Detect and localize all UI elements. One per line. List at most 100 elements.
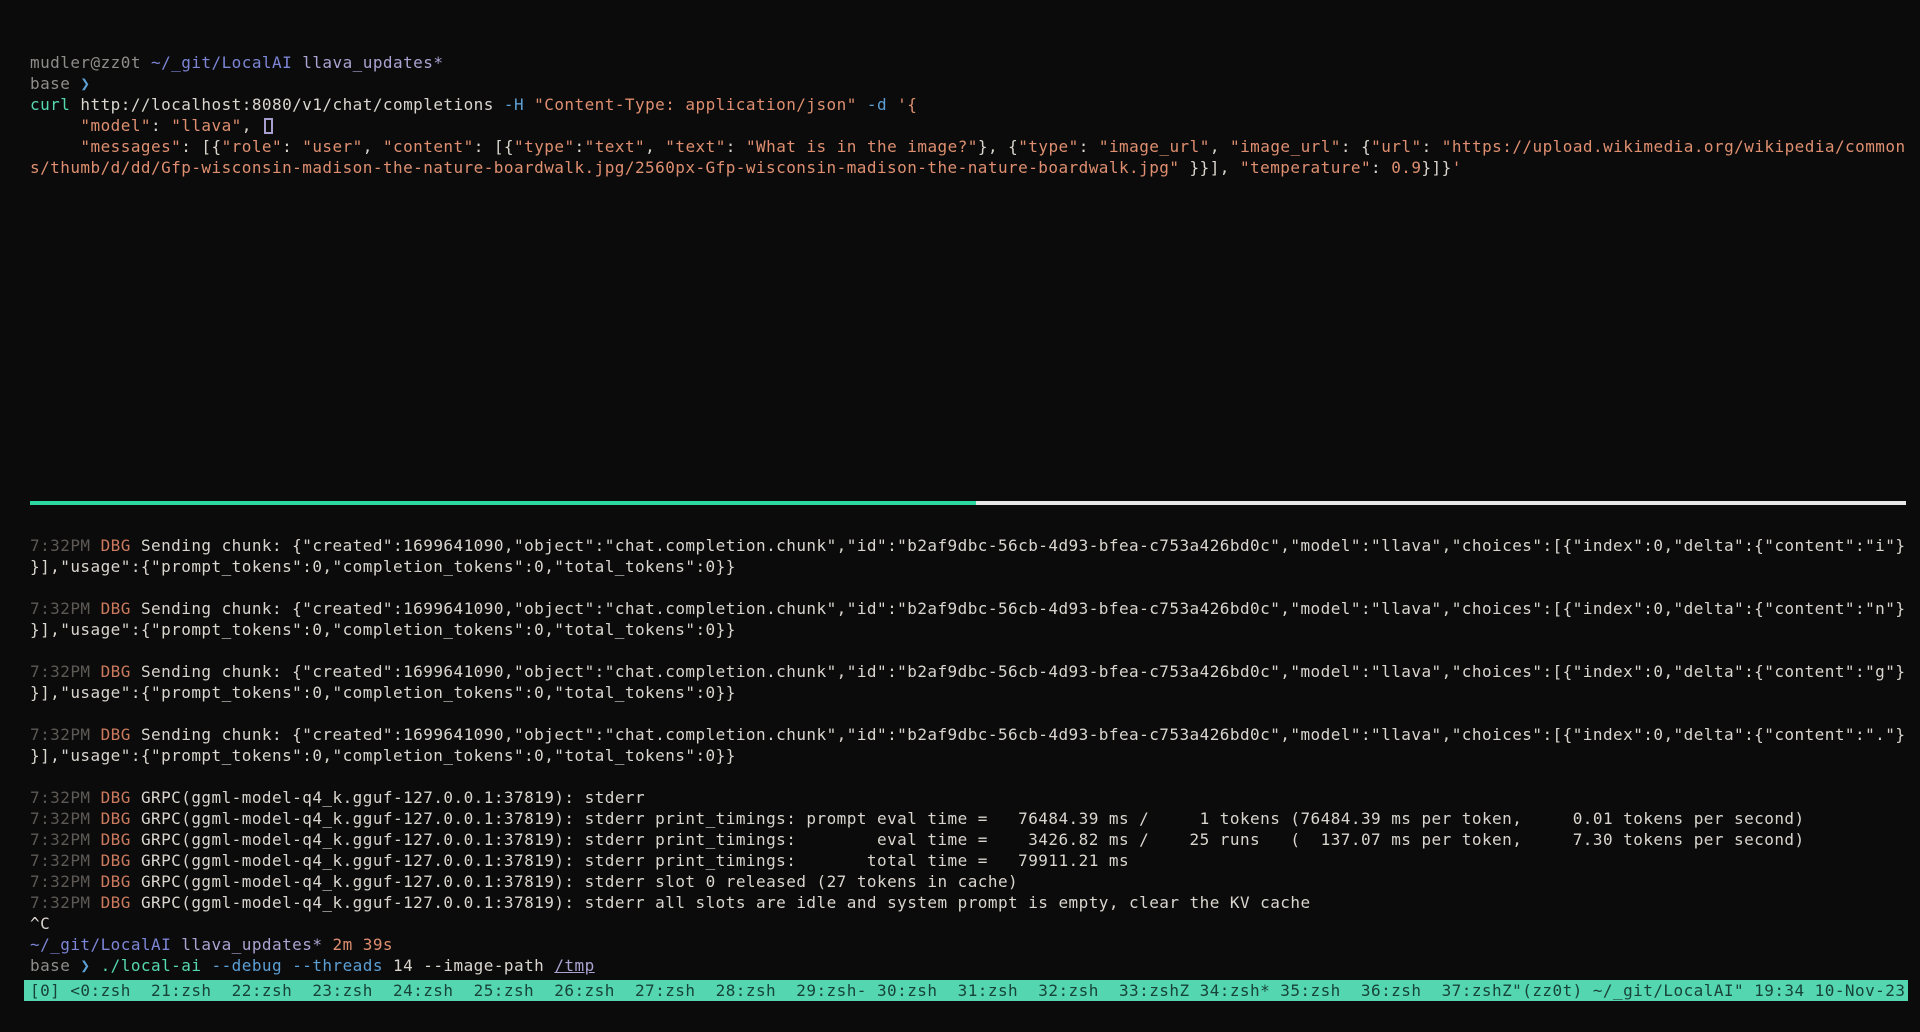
terminal-text-segment: "model" xyxy=(80,116,151,135)
terminal-line: ^C xyxy=(30,913,1905,934)
terminal-text-segment: "https://upload.wikimedia.org/wikipedia/… xyxy=(1442,137,1906,156)
terminal-text-segment: "image_url" xyxy=(1230,137,1341,156)
terminal-line: 7:32PM DBG GRPC(ggml-model-q4_k.gguf-127… xyxy=(30,787,1905,808)
terminal-text-segment: ^C xyxy=(30,914,50,933)
terminal-line: 7:32PM DBG GRPC(ggml-model-q4_k.gguf-127… xyxy=(30,850,1905,871)
terminal-text-segment: base xyxy=(30,956,80,975)
terminal-text-segment: }],"usage":{"prompt_tokens":0,"completio… xyxy=(30,683,736,702)
terminal-text-segment: 7:32PM xyxy=(30,851,101,870)
terminal-text-segment: , xyxy=(645,137,665,156)
terminal-text-segment: "url" xyxy=(1371,137,1421,156)
terminal-text-segment: GRPC(ggml-model-q4_k.gguf-127.0.0.1:3781… xyxy=(141,893,1311,912)
terminal-text-segment: DBG xyxy=(101,788,141,807)
terminal-text-segment: llava_updates* xyxy=(181,935,332,954)
terminal-text-segment: , xyxy=(1210,137,1230,156)
terminal-text-segment: DBG xyxy=(101,851,141,870)
terminal-text-segment: DBG xyxy=(101,662,141,681)
terminal-text-segment: 7:32PM xyxy=(30,536,101,555)
terminal-text-segment: }],"usage":{"prompt_tokens":0,"completio… xyxy=(30,557,736,576)
terminal-line: base ❯ xyxy=(30,73,1906,94)
terminal-line xyxy=(30,766,1905,787)
terminal-line: 7:32PM DBG GRPC(ggml-model-q4_k.gguf-127… xyxy=(30,892,1905,913)
terminal-line: }],"usage":{"prompt_tokens":0,"completio… xyxy=(30,682,1905,703)
terminal-line: 7:32PM DBG Sending chunk: {"created":169… xyxy=(30,724,1905,745)
terminal-text-segment: "Content-Type: application/json" xyxy=(534,95,867,114)
terminal-cursor xyxy=(264,118,273,134)
terminal-text-segment: base xyxy=(30,74,80,93)
terminal-line: 7:32PM DBG Sending chunk: {"created":169… xyxy=(30,535,1905,556)
terminal-text-segment: --threads xyxy=(292,956,393,975)
terminal-text-segment: Sending chunk: {"created":1699641090,"ob… xyxy=(141,536,1906,555)
terminal-text-segment: : [{ xyxy=(474,137,514,156)
terminal-text-segment: GRPC(ggml-model-q4_k.gguf-127.0.0.1:3781… xyxy=(141,851,1129,870)
terminal-text-segment xyxy=(30,137,80,156)
terminal-line: }],"usage":{"prompt_tokens":0,"completio… xyxy=(30,556,1905,577)
terminal-text-segment: -d xyxy=(867,95,897,114)
terminal-text-segment: }],"usage":{"prompt_tokens":0,"completio… xyxy=(30,620,736,639)
terminal-text-segment: }]} xyxy=(1421,158,1451,177)
terminal-text-segment: Sending chunk: {"created":1699641090,"ob… xyxy=(141,662,1906,681)
terminal-text-segment: "text" xyxy=(665,137,726,156)
terminal-text-segment: "What is in the image?" xyxy=(746,137,978,156)
terminal-debug-output[interactable]: 7:32PM DBG Sending chunk: {"created":169… xyxy=(30,535,1905,976)
terminal-text-segment: : xyxy=(726,137,746,156)
terminal-text-segment: GRPC(ggml-model-q4_k.gguf-127.0.0.1:3781… xyxy=(141,788,645,807)
terminal-text-segment: 7:32PM xyxy=(30,599,101,618)
terminal-text-segment: }}], xyxy=(1179,158,1240,177)
terminal-text-segment: }],"usage":{"prompt_tokens":0,"completio… xyxy=(30,746,736,765)
terminal-text-segment: : xyxy=(1079,137,1099,156)
pane-separator-inactive-segment xyxy=(976,501,1907,505)
terminal-text-segment: Sending chunk: {"created":1699641090,"ob… xyxy=(141,725,1906,744)
pane-separator xyxy=(30,501,1906,505)
terminal-text-segment: "temperature" xyxy=(1240,158,1371,177)
terminal-text-segment: 7:32PM xyxy=(30,725,101,744)
terminal-scrollback-top[interactable]: mudler@zz0t ~/_git/LocalAI llava_updates… xyxy=(30,52,1906,178)
terminal-text-segment: 7:32PM xyxy=(30,830,101,849)
terminal-text-segment: DBG xyxy=(101,830,141,849)
terminal-text-segment: ./local-ai xyxy=(101,956,212,975)
terminal-line: 7:32PM DBG GRPC(ggml-model-q4_k.gguf-127… xyxy=(30,871,1905,892)
terminal-text-segment: ~/_git/LocalAI xyxy=(30,935,181,954)
terminal-text-segment: 7:32PM xyxy=(30,809,101,828)
terminal-text-segment: , xyxy=(242,116,262,135)
terminal-line xyxy=(30,640,1905,661)
terminal-text-segment: /tmp xyxy=(554,956,594,975)
terminal-text-segment: "content" xyxy=(383,137,474,156)
tmux-status-bar[interactable]: [0] <0:zsh 21:zsh 22:zsh 23:zsh 24:zsh 2… xyxy=(24,980,1908,1001)
terminal-text-segment: llava_updates* xyxy=(302,53,443,72)
terminal-line: s/thumb/d/dd/Gfp-wisconsin-madison-the-n… xyxy=(30,157,1906,178)
terminal-text-segment: ❯ xyxy=(80,74,90,93)
terminal-line: mudler@zz0t ~/_git/LocalAI llava_updates… xyxy=(30,52,1906,73)
terminal-text-segment: 0.9 xyxy=(1391,158,1421,177)
terminal-text-segment: s/thumb/d/dd/Gfp-wisconsin-madison-the-n… xyxy=(30,158,1179,177)
terminal-line: 7:32PM DBG Sending chunk: {"created":169… xyxy=(30,598,1905,619)
terminal-line: "messages": [{"role": "user", "content":… xyxy=(30,136,1906,157)
terminal-text-segment: ❯ xyxy=(80,956,100,975)
terminal-text-segment: DBG xyxy=(101,893,141,912)
terminal-text-segment: : xyxy=(1371,158,1391,177)
terminal-text-segment: ~/_git/LocalAI xyxy=(151,53,302,72)
terminal-text-segment: : xyxy=(282,137,302,156)
terminal-text-segment: DBG xyxy=(101,809,141,828)
terminal-text-segment: ' xyxy=(1452,158,1462,177)
terminal-text-segment: "type" xyxy=(514,137,575,156)
terminal-text-segment: Sending chunk: {"created":1699641090,"ob… xyxy=(141,599,1906,618)
terminal-line xyxy=(30,703,1905,724)
terminal-text-segment: 14 xyxy=(393,956,423,975)
terminal-text-segment: }, { xyxy=(978,137,1018,156)
terminal-text-segment: "image_url" xyxy=(1099,137,1210,156)
terminal-text-segment: -H xyxy=(504,95,534,114)
terminal-text-segment: DBG xyxy=(101,725,141,744)
terminal-line: }],"usage":{"prompt_tokens":0,"completio… xyxy=(30,619,1905,640)
terminal-text-segment: 2m 39s xyxy=(333,935,394,954)
terminal-line: base ❯ ./local-ai --debug --threads 14 -… xyxy=(30,955,1905,976)
terminal-text-segment: DBG xyxy=(101,536,141,555)
terminal-text-segment: 7:32PM xyxy=(30,788,101,807)
terminal-line xyxy=(30,577,1905,598)
terminal-text-segment: "role" xyxy=(222,137,283,156)
terminal-text-segment: "user" xyxy=(302,137,363,156)
terminal-text-segment: 7:32PM xyxy=(30,662,101,681)
terminal-text-segment: 7:32PM xyxy=(30,872,101,891)
terminal-text-segment: : xyxy=(575,137,585,156)
terminal-text-segment: --image-path xyxy=(423,956,554,975)
